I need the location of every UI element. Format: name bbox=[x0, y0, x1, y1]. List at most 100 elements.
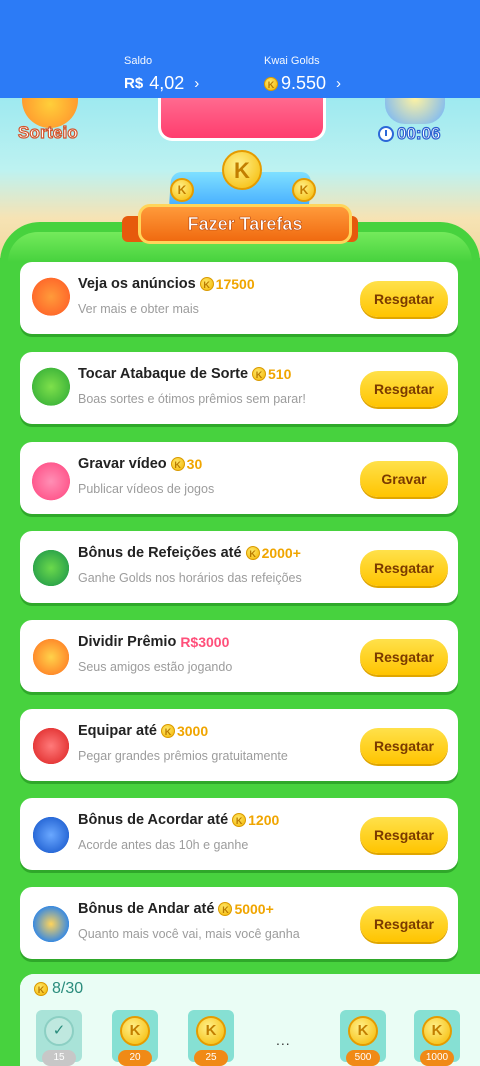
alarm-icon bbox=[28, 812, 74, 858]
task-card[interactable]: Gravar vídeo K 30 Publicar vídeos de jogos G… bbox=[20, 442, 458, 514]
coin-icon: K bbox=[348, 1016, 378, 1046]
task-title: Bônus de Andar até bbox=[78, 901, 215, 917]
milestone-reward[interactable]: K 25 bbox=[188, 1010, 234, 1066]
task-title-row: Tocar Atabaque de Sorte K 510 bbox=[78, 366, 291, 382]
meal-bag-icon bbox=[28, 545, 74, 591]
saldo-label: Saldo bbox=[124, 55, 153, 67]
section-title: Fazer Tarefas bbox=[138, 204, 352, 244]
claim-button[interactable]: Resgatar bbox=[360, 371, 448, 407]
claim-button[interactable]: Resgatar bbox=[360, 639, 448, 675]
task-title-row: Bônus de Refeições até K 2000+ bbox=[78, 545, 301, 561]
kwai-coin-icon: K bbox=[222, 150, 262, 190]
task-title: Dividir Prêmio bbox=[78, 634, 177, 650]
sorteio-label[interactable]: Sorteio bbox=[17, 122, 78, 143]
task-title: Equipar até bbox=[78, 723, 157, 739]
check-icon: ✓ bbox=[44, 1016, 74, 1046]
task-card[interactable]: Bônus de Refeições até K 2000+ Ganhe Golds … bbox=[20, 531, 458, 603]
coin-icon: K bbox=[232, 813, 247, 827]
camera-icon bbox=[28, 456, 74, 502]
task-title-row: Dividir Prêmio R$3000 bbox=[78, 634, 229, 650]
coin-icon: K bbox=[170, 457, 185, 471]
milestone-reward[interactable]: K 500 bbox=[340, 1010, 386, 1066]
milestone-reward[interactable]: K 20 bbox=[112, 1010, 158, 1066]
task-reward: K 30 bbox=[170, 456, 203, 472]
drum-icon bbox=[28, 366, 74, 412]
saldo-value: 4,02 bbox=[149, 73, 185, 93]
coin-icon: K bbox=[196, 1016, 226, 1046]
task-title-row: Veja os anúncios K 17500 bbox=[78, 276, 255, 292]
task-reward-value: 1200 bbox=[248, 812, 280, 828]
task-reward-value: 5000+ bbox=[234, 901, 274, 917]
task-reward: K 1200 bbox=[232, 812, 279, 828]
timer-text: 00:06 bbox=[396, 123, 441, 143]
coin-icon: K bbox=[264, 76, 278, 91]
milestone-amount: 1000 bbox=[420, 1050, 454, 1066]
milestone-amount: 500 bbox=[346, 1050, 380, 1066]
treasure-chest-icon[interactable] bbox=[385, 98, 445, 124]
saldo-balance[interactable]: Saldo R$ 4,02 › bbox=[124, 55, 199, 94]
coin-icon: K bbox=[218, 902, 233, 916]
golds-balance[interactable]: Kwai Golds K 9.550 › bbox=[264, 55, 341, 94]
task-reward: K 5000+ bbox=[218, 901, 274, 917]
task-reward-value: 3000 bbox=[176, 723, 209, 739]
task-card[interactable]: Tocar Atabaque de Sorte K 510 Boas sortes e… bbox=[20, 352, 458, 424]
task-card[interactable]: Bônus de Andar até K 5000+ Quanto mais você… bbox=[20, 887, 458, 959]
task-card[interactable]: Veja os anúncios K 17500 Ver mais e obter m… bbox=[20, 262, 458, 334]
task-title: Bônus de Acordar até bbox=[78, 812, 229, 828]
task-title: Tocar Atabaque de Sorte bbox=[78, 366, 249, 382]
task-subtitle: Acorde antes das 10h e ganhe bbox=[78, 838, 249, 852]
task-reward-value: 2000+ bbox=[261, 545, 301, 561]
chevron-right-icon: › bbox=[194, 75, 200, 92]
coin-icon: K bbox=[292, 178, 316, 202]
task-title: Gravar vídeo bbox=[78, 456, 167, 472]
task-title: Bônus de Refeições até bbox=[78, 545, 242, 561]
saldo-currency: R$ bbox=[124, 75, 144, 92]
walking-boy-icon bbox=[28, 901, 74, 947]
task-reward-value: 510 bbox=[268, 366, 292, 382]
task-card[interactable]: Dividir Prêmio R$3000 Seus amigos estão jo… bbox=[20, 620, 458, 692]
milestone-amount: 15 bbox=[42, 1050, 76, 1066]
claim-button[interactable]: Resgatar bbox=[360, 728, 448, 764]
task-title-row: Bônus de Acordar até K 1200 bbox=[78, 812, 279, 828]
task-title-row: Bônus de Andar até K 5000+ bbox=[78, 901, 274, 917]
task-card[interactable]: Equipar até K 3000 Pegar grandes prêmios gr… bbox=[20, 709, 458, 781]
task-reward: K 2000+ bbox=[245, 545, 301, 561]
task-reward: K 510 bbox=[252, 366, 291, 382]
coin-icon: K bbox=[170, 178, 194, 202]
claim-button[interactable]: Resgatar bbox=[360, 550, 448, 586]
claim-button[interactable]: Resgatar bbox=[360, 817, 448, 853]
claim-button[interactable]: Resgatar bbox=[360, 906, 448, 942]
banner-button[interactable] bbox=[158, 98, 326, 141]
coin-icon: K bbox=[34, 982, 48, 996]
task-subtitle: Ganhe Golds nos horários das refeições bbox=[78, 571, 302, 585]
task-subtitle: Pegar grandes prêmios gratuitamente bbox=[78, 749, 288, 763]
milestone-reward[interactable]: ✓ 15 bbox=[36, 1010, 82, 1066]
task-reward: R$3000 bbox=[180, 634, 229, 650]
boxing-gloves-icon bbox=[28, 723, 74, 769]
gift-icon bbox=[28, 634, 74, 680]
milestone-reward[interactable]: K 1000 bbox=[414, 1010, 460, 1066]
task-subtitle: Boas sortes e ótimos prêmios sem parar! bbox=[78, 392, 306, 406]
claim-button[interactable]: Resgatar bbox=[360, 281, 448, 317]
task-reward: K 3000 bbox=[160, 723, 209, 739]
balance-header: Saldo R$ 4,02 › Kwai Golds K 9.550 › bbox=[0, 0, 480, 98]
task-title: Veja os anúncios bbox=[78, 276, 196, 292]
countdown-timer: 00:06 bbox=[378, 123, 441, 144]
progress-counter: K 8/30 bbox=[34, 980, 83, 998]
chevron-right-icon: › bbox=[336, 75, 342, 92]
task-subtitle: Ver mais e obter mais bbox=[78, 302, 199, 316]
task-reward: K 17500 bbox=[199, 276, 255, 292]
clock-icon bbox=[378, 126, 394, 142]
milestone-amount: 25 bbox=[194, 1050, 228, 1066]
coin-icon: K bbox=[245, 546, 260, 560]
task-reward-value: 30 bbox=[186, 456, 203, 472]
coin-icon: K bbox=[252, 367, 267, 381]
record-button[interactable]: Gravar bbox=[360, 461, 448, 497]
task-subtitle: Publicar vídeos de jogos bbox=[78, 482, 215, 496]
coin-icon: K bbox=[422, 1016, 452, 1046]
milestone-amount: 20 bbox=[118, 1050, 152, 1066]
task-subtitle: Quanto mais você vai, mais você ganha bbox=[78, 927, 300, 941]
coin-icon: K bbox=[160, 724, 175, 738]
ellipsis: ... bbox=[276, 1032, 291, 1048]
task-card[interactable]: Bônus de Acordar até K 1200 Acorde antes da… bbox=[20, 798, 458, 870]
